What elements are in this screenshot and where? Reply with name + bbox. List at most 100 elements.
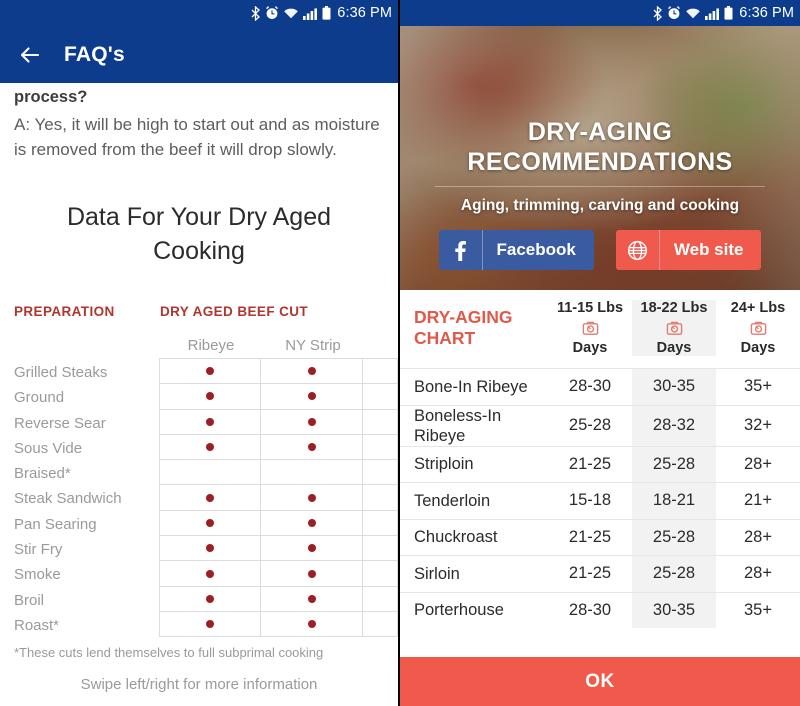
- back-arrow-icon[interactable]: [18, 43, 42, 67]
- status-bar-right: 6:36 PM: [400, 0, 800, 26]
- matrix-cell: [159, 409, 261, 434]
- website-button[interactable]: Web site: [615, 230, 762, 270]
- matrix-cell-partial: [363, 561, 398, 586]
- list-item: Reverse Sear: [14, 414, 106, 432]
- preparation-labels: Grilled Steaks Ground Reverse Sear Sous …: [14, 358, 159, 638]
- days-value: 35+: [744, 600, 772, 619]
- hero-button-group: Facebook Web site: [438, 230, 762, 270]
- table-row: [159, 510, 398, 537]
- dot-marker: [307, 493, 316, 502]
- table-row: Sirloin 21-25 25-28 28+: [400, 555, 800, 592]
- matrix-cell: [261, 384, 363, 409]
- app-bar: FAQ's: [0, 26, 398, 83]
- days-value: 28-30: [568, 377, 612, 396]
- dot-marker: [206, 493, 214, 502]
- table-row: [159, 384, 398, 410]
- faq-answer: A: Yes, it will be high to start out and…: [14, 115, 380, 159]
- dot-marker: [307, 392, 316, 401]
- table-row: [159, 536, 398, 562]
- preparation-grid: Grilled Steaks Ground Reverse Sear Sous …: [0, 358, 398, 638]
- hero-banner: DRY-AGING RECOMMENDATIONS Aging, trimmin…: [400, 26, 800, 290]
- chart-column-header-1: 11-15 Lbs Days: [548, 300, 632, 356]
- cut-name: Bone-In Ribeye: [414, 377, 528, 396]
- data-section-title: Data For Your Dry Aged Cooking: [66, 203, 332, 265]
- days-value: 25-28: [632, 446, 716, 482]
- preparation-column-labels: Ribeye NY Strip: [0, 337, 398, 354]
- preparation-matrix: [159, 358, 398, 638]
- list-item: Sous Vide: [14, 439, 83, 457]
- matrix-cell-partial: [363, 460, 398, 485]
- wifi-icon: [685, 7, 701, 20]
- matrix-cell-partial: [363, 586, 398, 611]
- status-bar-left: 6:36 PM: [0, 0, 398, 26]
- matrix-cell: [159, 586, 261, 611]
- list-item: Roast*: [14, 616, 60, 634]
- matrix-cell: [159, 611, 261, 637]
- days-value: 32+: [744, 416, 772, 434]
- matrix-cell: [159, 536, 261, 561]
- page-title: FAQ's: [64, 42, 125, 66]
- chart-column-header-3: 24+ Lbs Days: [716, 300, 800, 356]
- column-spacer: [14, 337, 160, 354]
- days-value: 28+: [744, 527, 772, 546]
- chart-title-line2: CHART: [414, 328, 476, 348]
- dry-aging-chart: DRY-AGING CHART 11-15 Lbs Days 18-22 Lbs: [400, 290, 800, 628]
- days-value: 15-18: [568, 491, 612, 510]
- chart-column-header-2: 18-22 Lbs Days: [632, 300, 716, 356]
- bluetooth-icon: [652, 5, 663, 21]
- dot-marker: [307, 544, 316, 553]
- days-value: 21-25: [568, 564, 612, 583]
- dot-marker: [307, 620, 316, 629]
- matrix-cell: [159, 434, 261, 460]
- column-label-ribeye: Ribeye: [187, 337, 235, 354]
- table-row: [159, 460, 398, 486]
- table-row: [159, 586, 398, 612]
- table-row: [159, 409, 398, 435]
- matrix-cell: [261, 409, 363, 434]
- days-value: 28+: [744, 454, 772, 473]
- column-weight-label: 11-15 Lbs: [556, 300, 624, 316]
- matrix-cell-partial: [363, 434, 398, 460]
- matrix-cell-partial: [363, 510, 398, 536]
- matrix-cell-partial: [363, 485, 398, 510]
- facebook-button-label: Facebook: [496, 240, 576, 259]
- cut-name: Striploin: [414, 455, 474, 474]
- ok-button[interactable]: OK: [400, 657, 800, 706]
- list-item: Smoke: [14, 566, 61, 584]
- matrix-cell: [159, 510, 261, 536]
- list-item: Grilled Steaks: [14, 364, 108, 381]
- list-item: Stir Fry: [14, 541, 63, 559]
- days-value: 18-21: [632, 483, 716, 519]
- faq-question-tail: process?: [14, 88, 88, 106]
- wifi-icon: [283, 7, 299, 20]
- days-value: 35+: [744, 377, 772, 396]
- hero-title-line1: DRY-AGING: [527, 118, 673, 146]
- matrix-cell: [159, 561, 261, 586]
- bluetooth-icon: [250, 5, 261, 21]
- dot-marker: [206, 569, 214, 578]
- table-row: Bone-In Ribeye 28-30 30-35 35+: [400, 368, 800, 405]
- facebook-icon: [439, 230, 483, 270]
- matrix-cell: [261, 460, 363, 485]
- matrix-cell: [261, 611, 363, 637]
- days-value: 28+: [744, 564, 772, 583]
- column-weight-label: 18-22 Lbs: [640, 300, 708, 316]
- matrix-cell: [261, 510, 363, 536]
- header-preparation: PREPARATION: [14, 304, 115, 319]
- list-item: Braised*: [14, 465, 71, 483]
- dot-marker: [206, 620, 214, 629]
- dot-marker: [307, 443, 316, 452]
- table-row: Boneless-In Ribeye 25-28 28-32 32+: [400, 404, 800, 446]
- faq-content: process? A: Yes, it will be high to star…: [0, 86, 398, 268]
- alarm-icon: [667, 6, 681, 20]
- dot-marker: [206, 518, 214, 527]
- swipe-hint: Swipe left/right for more information: [80, 676, 318, 694]
- days-value: 28-30: [568, 600, 612, 619]
- signal-icon: [303, 7, 318, 20]
- column-weight-label: 24+ Lbs: [730, 300, 786, 316]
- matrix-cell-partial: [363, 409, 398, 434]
- dot-marker: [307, 594, 316, 603]
- scale-icon: [750, 318, 767, 338]
- facebook-button[interactable]: Facebook: [438, 230, 594, 270]
- left-phone-panel: 6:36 PM FAQ's process? A: Yes, it will b…: [0, 0, 400, 706]
